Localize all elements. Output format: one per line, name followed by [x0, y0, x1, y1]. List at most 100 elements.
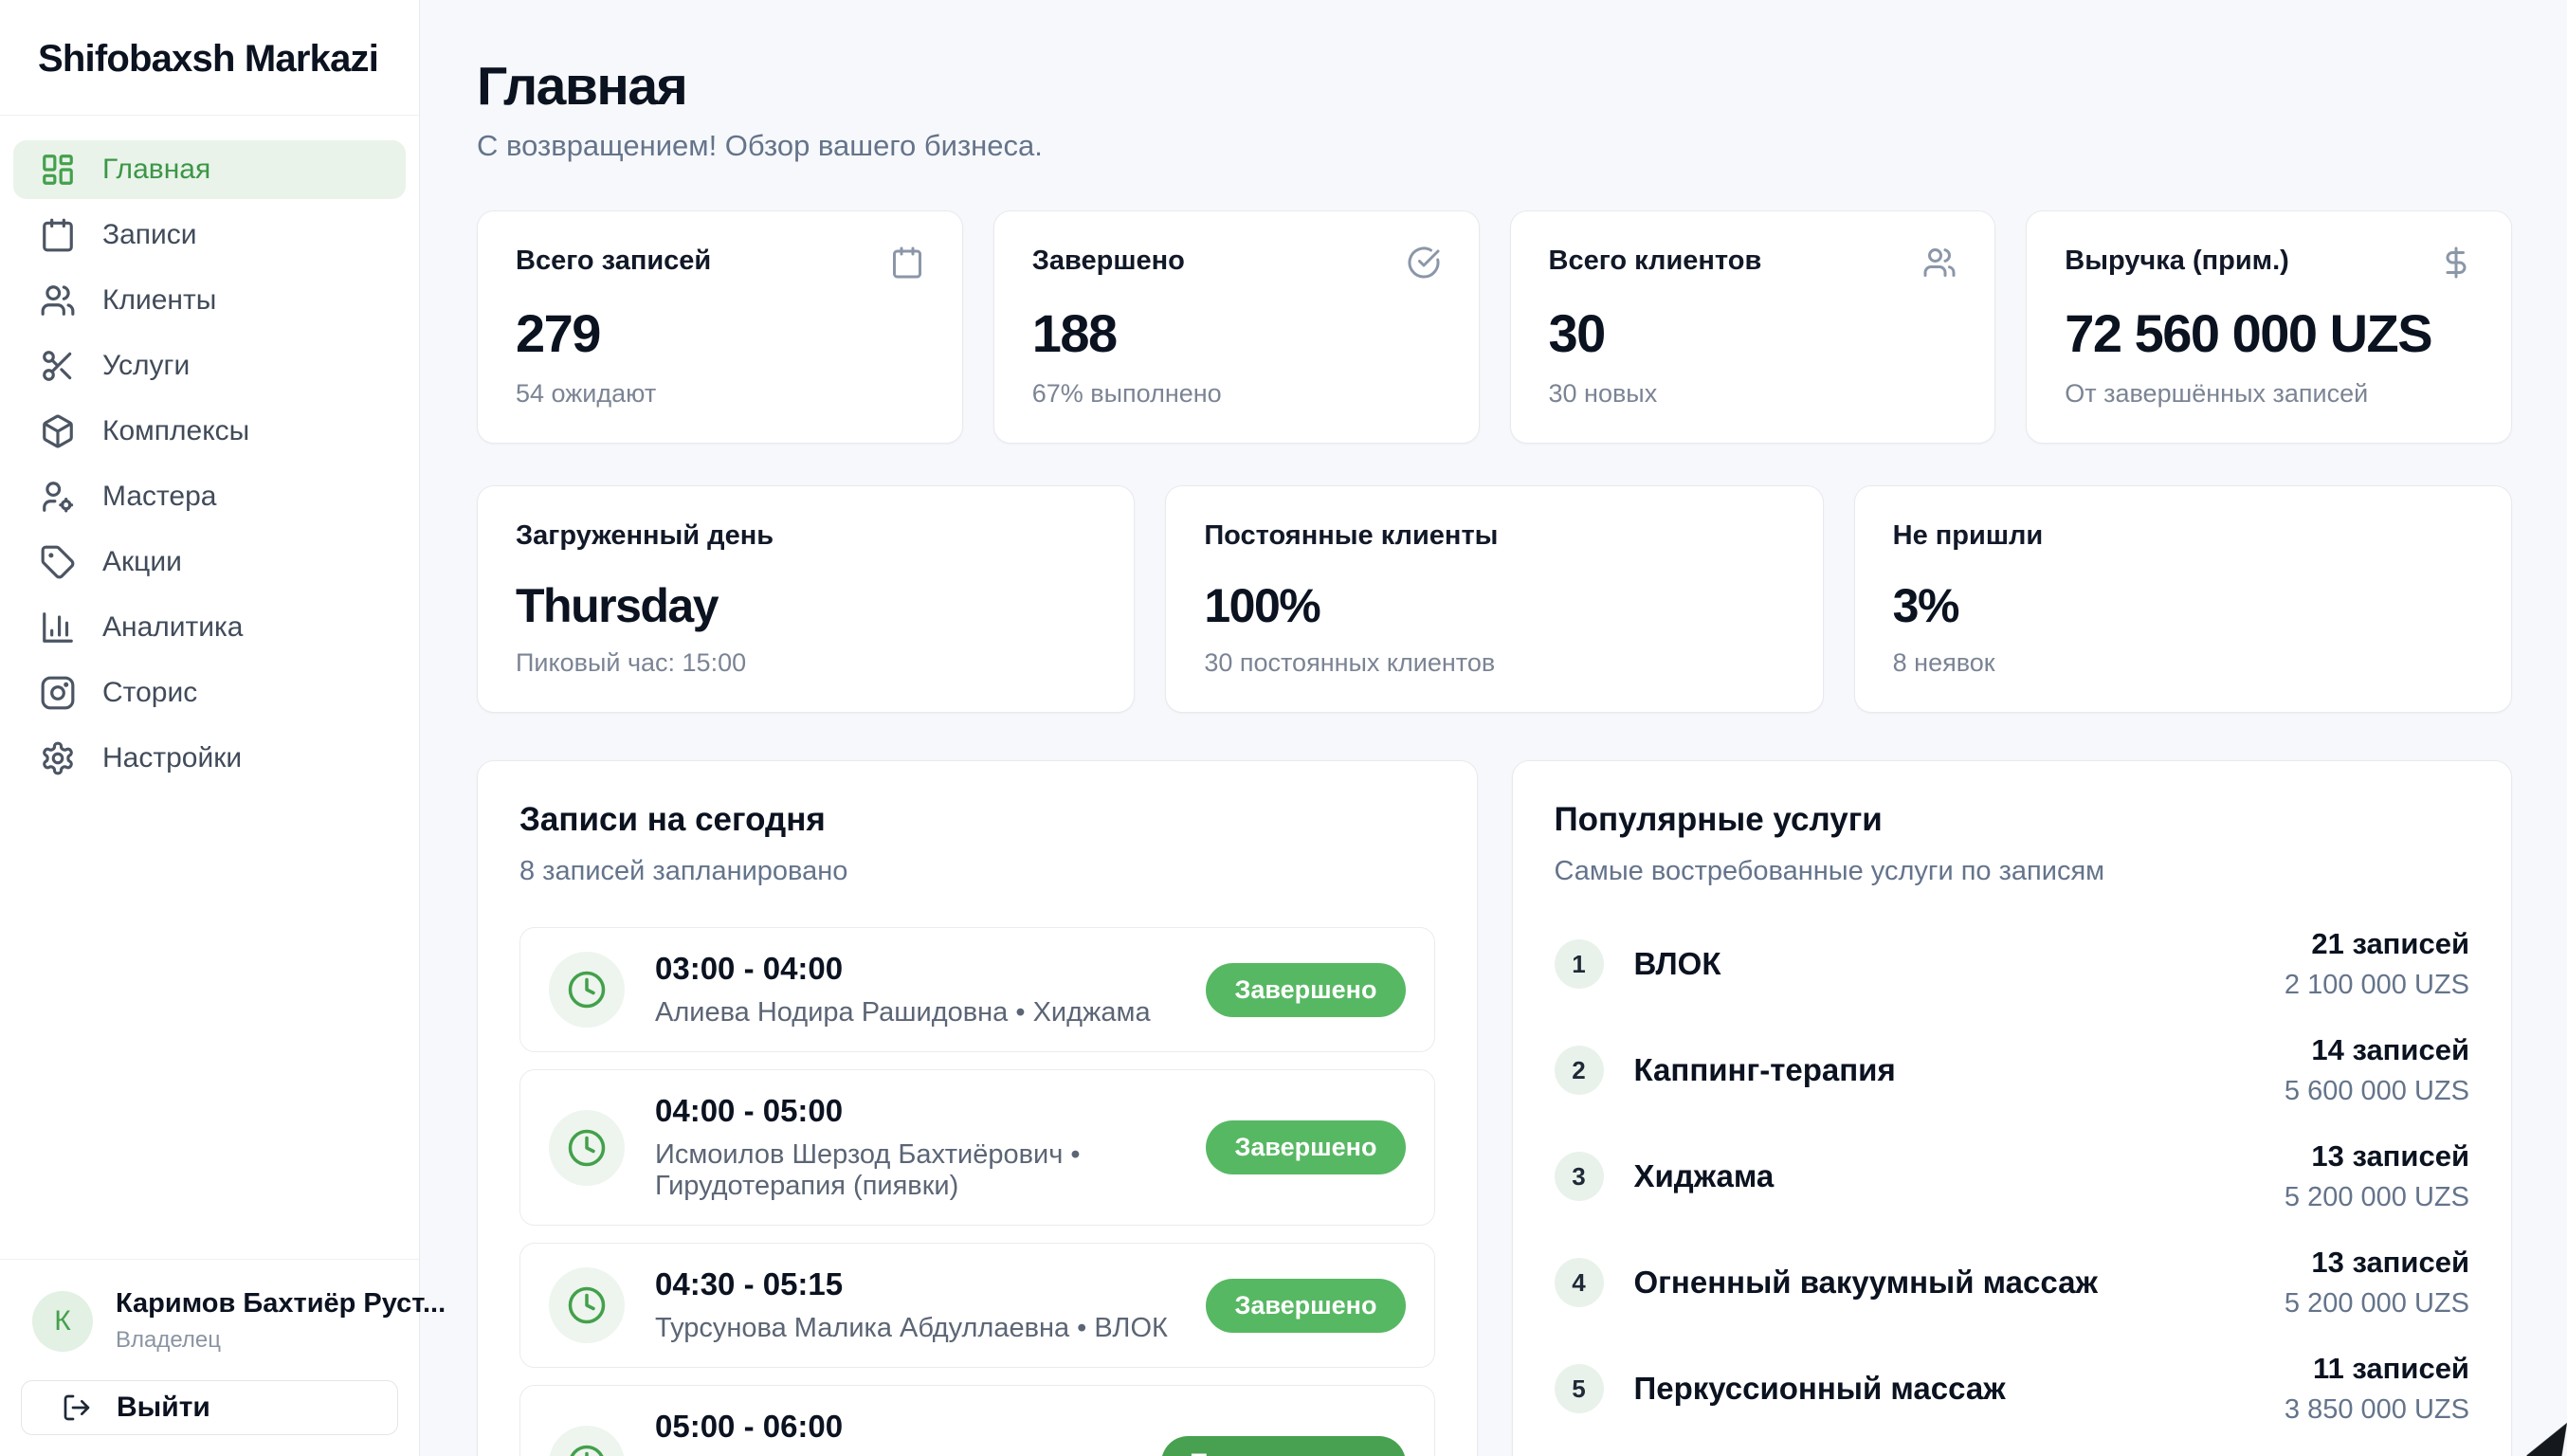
stat-label: Выручка (прим.): [2065, 246, 2289, 277]
popular-services-panel: Популярные услуги Самые востребованные у…: [1512, 760, 2513, 1456]
clock-icon-wrap: [549, 1110, 625, 1186]
status-badge: Завершено: [1206, 1120, 1405, 1174]
rank-badge: 1: [1555, 939, 1604, 989]
sidebar-item-settings[interactable]: Настройки: [13, 729, 406, 788]
insight-value: 100%: [1204, 578, 1784, 633]
avatar: К: [32, 1291, 93, 1352]
stat-label: Завершено: [1032, 246, 1185, 277]
insight-card-busiest-day: Загруженный день Thursday Пиковый час: 1…: [477, 485, 1135, 713]
check-circle-icon: [1407, 246, 1441, 280]
stat-value: 188: [1032, 302, 1441, 364]
stats-row: Всего записей 279 54 ожидают Завершено 1…: [477, 210, 2512, 444]
sidebar-item-label: Акции: [102, 546, 182, 578]
panel-title: Популярные услуги: [1555, 801, 2470, 839]
package-icon: [40, 413, 76, 449]
sidebar-item-masters[interactable]: Мастера: [13, 467, 406, 526]
page-subtitle: С возвращением! Обзор вашего бизнеса.: [477, 129, 2512, 163]
appointment-client: Исмоилов Шерзод Бахтиёрович • Гирудотера…: [655, 1139, 1175, 1202]
service-count: 11 записей: [2285, 1352, 2469, 1386]
stat-label: Всего клиентов: [1549, 246, 1762, 277]
service-name: Огненный вакуумный массаж: [1634, 1265, 2098, 1301]
appointment-time: 04:30 - 05:15: [655, 1266, 1168, 1302]
appointment-row[interactable]: 03:00 - 04:00 Алиева Нодира Рашидовна • …: [519, 927, 1435, 1052]
stat-card-revenue: Выручка (прим.) 72 560 000 UZS От заверш…: [2026, 210, 2512, 444]
service-revenue: 3 850 000 UZS: [2285, 1394, 2469, 1426]
insight-label: Не пришли: [1893, 520, 2473, 552]
status-badge: Завершено: [1206, 963, 1405, 1017]
stat-sub: 30 новых: [1549, 379, 1957, 409]
service-revenue: 5 600 000 UZS: [2285, 1076, 2469, 1107]
panel-subtitle: Самые востребованные услуги по записям: [1555, 856, 2470, 887]
sidebar-item-label: Аналитика: [102, 611, 244, 644]
logout-icon: [62, 1392, 92, 1423]
sidebar-item-label: Главная: [102, 154, 210, 186]
service-count: 13 записей: [2285, 1246, 2469, 1280]
appointment-row[interactable]: 05:00 - 06:00 Назаров Ботир Камолович • …: [519, 1385, 1435, 1456]
appointment-row[interactable]: 04:00 - 05:00 Исмоилов Шерзод Бахтиёрови…: [519, 1069, 1435, 1226]
clock-icon-wrap: [549, 952, 625, 1028]
sidebar-item-packages[interactable]: Комплексы: [13, 402, 406, 461]
service-row[interactable]: 1 ВЛОК 21 записей 2 100 000 UZS: [1555, 927, 2470, 1001]
insight-label: Постоянные клиенты: [1204, 520, 1784, 552]
appointment-time: 04:00 - 05:00: [655, 1093, 1175, 1129]
insight-sub: 30 постоянных клиентов: [1204, 648, 1784, 678]
user-cog-icon: [40, 479, 76, 515]
clock-icon-wrap: [549, 1267, 625, 1343]
sidebar-item-promotions[interactable]: Акции: [13, 533, 406, 592]
stat-label: Всего записей: [516, 246, 711, 277]
insights-row: Загруженный день Thursday Пиковый час: 1…: [477, 485, 2512, 713]
app-title: Shifobaxsh Markazi: [38, 38, 381, 81]
user-profile: К Каримов Бахтиёр Руст... Владелец: [21, 1288, 398, 1380]
sidebar-item-analytics[interactable]: Аналитика: [13, 598, 406, 657]
rank-badge: 2: [1555, 1046, 1604, 1095]
sidebar-header: Shifobaxsh Markazi: [0, 0, 419, 116]
stat-sub: От завершённых записей: [2065, 379, 2473, 409]
sidebar-footer: К Каримов Бахтиёр Руст... Владелец Выйти: [0, 1259, 419, 1456]
stat-card-total-appointments: Всего записей 279 54 ожидают: [477, 210, 963, 444]
appointment-client: Алиева Нодира Рашидовна • Хиджама: [655, 997, 1151, 1028]
page-title: Главная: [477, 55, 2512, 118]
sidebar-item-clients[interactable]: Клиенты: [13, 271, 406, 330]
insight-card-regular-clients: Постоянные клиенты 100% 30 постоянных кл…: [1165, 485, 1823, 713]
service-row[interactable]: 2 Каппинг-терапия 14 записей 5 600 000 U…: [1555, 1033, 2470, 1107]
appointment-client: Турсунова Малика Абдуллаевна • ВЛОК: [655, 1313, 1168, 1344]
insight-card-no-shows: Не пришли 3% 8 неявок: [1854, 485, 2512, 713]
sidebar-item-label: Клиенты: [102, 284, 216, 317]
stories-icon: [40, 675, 76, 711]
sidebar-item-services[interactable]: Услуги: [13, 337, 406, 395]
sidebar-nav: Главная Записи Клиенты Услуги Комплексы …: [0, 116, 419, 1259]
rank-badge: 4: [1555, 1258, 1604, 1307]
appointment-row[interactable]: 04:30 - 05:15 Турсунова Малика Абдуллаев…: [519, 1243, 1435, 1368]
service-revenue: 5 200 000 UZS: [2285, 1182, 2469, 1213]
sidebar-item-home[interactable]: Главная: [13, 140, 406, 199]
rank-badge: 5: [1555, 1364, 1604, 1413]
clock-icon: [567, 1128, 607, 1168]
sidebar-item-label: Комплексы: [102, 415, 249, 447]
clock-icon: [567, 970, 607, 1010]
service-row[interactable]: 5 Перкуссионный массаж 11 записей 3 850 …: [1555, 1352, 2470, 1426]
stat-value: 279: [516, 302, 924, 364]
insight-sub: 8 неявок: [1893, 648, 2473, 678]
sidebar-item-appointments[interactable]: Записи: [13, 206, 406, 264]
clock-icon-wrap: [549, 1426, 625, 1456]
user-role: Владелец: [116, 1327, 446, 1354]
stat-value: 72 560 000 UZS: [2065, 302, 2473, 364]
stat-sub: 54 ожидают: [516, 379, 924, 409]
sidebar-item-stories[interactable]: Сторис: [13, 664, 406, 722]
logout-label: Выйти: [117, 1392, 210, 1424]
calendar-icon: [890, 246, 924, 280]
sidebar-item-label: Настройки: [102, 742, 242, 774]
bar-chart-icon: [40, 610, 76, 646]
service-count: 14 записей: [2285, 1033, 2469, 1067]
stat-card-total-clients: Всего клиентов 30 30 новых: [1510, 210, 1996, 444]
service-row[interactable]: 3 Хиджама 13 записей 5 200 000 UZS: [1555, 1139, 2470, 1213]
service-row[interactable]: 4 Огненный вакуумный массаж 13 записей 5…: [1555, 1246, 2470, 1320]
logout-button[interactable]: Выйти: [21, 1380, 398, 1435]
sidebar: Shifobaxsh Markazi Главная Записи Клиент…: [0, 0, 420, 1456]
service-name: Перкуссионный массаж: [1634, 1371, 2006, 1407]
service-count: 21 записей: [2285, 927, 2469, 961]
insight-label: Загруженный день: [516, 520, 1096, 552]
settings-icon: [40, 740, 76, 776]
insight-value: Thursday: [516, 578, 1096, 633]
clock-icon: [567, 1285, 607, 1325]
